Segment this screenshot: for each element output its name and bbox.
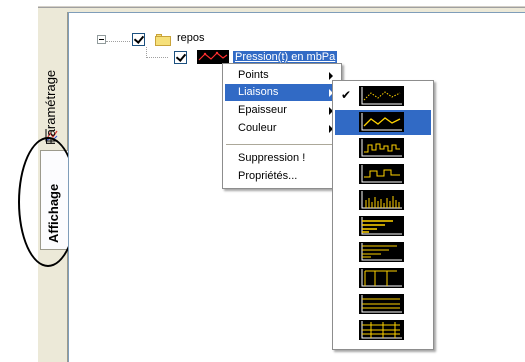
line-steps-wide-icon (359, 164, 404, 184)
frame-edge (38, 6, 525, 8)
menu-item-liaisons[interactable]: Liaisons (225, 84, 339, 101)
series-thumbnail-icon (197, 50, 229, 64)
series-label[interactable]: Pression(t) en mbPa (233, 51, 338, 63)
menu-item-couleur[interactable]: Couleur (225, 120, 339, 137)
menu-item-points[interactable]: Points (225, 67, 339, 84)
line-area-steps-icon (359, 242, 404, 262)
line-horizontal-bars-icon (359, 216, 404, 236)
tree-node-root[interactable]: repos (97, 31, 205, 46)
tab-parametrage[interactable]: Paramétrage (40, 30, 66, 150)
line-grid-icon (359, 320, 404, 340)
line-style-option[interactable] (335, 214, 431, 239)
root-checkbox[interactable] (132, 33, 145, 46)
menu-item-label: Suppression ! (238, 152, 306, 164)
menu-item-label: Couleur (238, 122, 277, 134)
line-style-submenu: ✔ (332, 80, 434, 350)
line-style-option[interactable]: ✔ (335, 84, 431, 109)
menu-item-proprietes[interactable]: Propriétés... (225, 168, 339, 185)
menu-separator (226, 144, 338, 145)
series-checkbox[interactable] (174, 50, 187, 64)
menu-item-label: Liaisons (238, 86, 279, 98)
line-style-option[interactable] (335, 110, 431, 135)
tree-node-label: repos (177, 31, 205, 44)
line-segments-icon (359, 112, 404, 132)
context-menu: Points Liaisons Epaisseur Couleur Suppre… (222, 63, 342, 189)
checkmark-icon: ✔ (341, 88, 352, 102)
menu-item-label: Points (238, 69, 269, 81)
line-style-option[interactable] (335, 266, 431, 291)
line-horizontal-lines-icon (359, 294, 404, 314)
line-steps-icon (359, 138, 404, 158)
line-style-option[interactable] (335, 240, 431, 265)
line-style-option[interactable] (335, 292, 431, 317)
line-dotted-icon (359, 86, 404, 106)
menu-item-epaisseur[interactable]: Epaisseur (225, 102, 339, 119)
tab-parametrage-label: Paramétrage (43, 69, 58, 145)
folder-icon (155, 33, 171, 46)
tree-node-series[interactable]: Pression(t) en mbPa (174, 50, 338, 64)
line-style-option[interactable] (335, 162, 431, 187)
menu-item-label: Epaisseur (238, 104, 287, 116)
line-bars-icon (359, 190, 404, 210)
line-style-option[interactable] (335, 188, 431, 213)
submenu-arrow-icon (329, 72, 333, 80)
collapse-toggle[interactable] (97, 35, 106, 44)
tree-connector (146, 57, 168, 58)
line-style-option[interactable] (335, 136, 431, 161)
line-vertical-steps-icon (359, 268, 404, 288)
menu-item-label: Propriétés... (238, 170, 298, 182)
menu-item-suppression[interactable]: Suppression ! (225, 150, 339, 167)
line-style-option[interactable] (335, 318, 431, 343)
